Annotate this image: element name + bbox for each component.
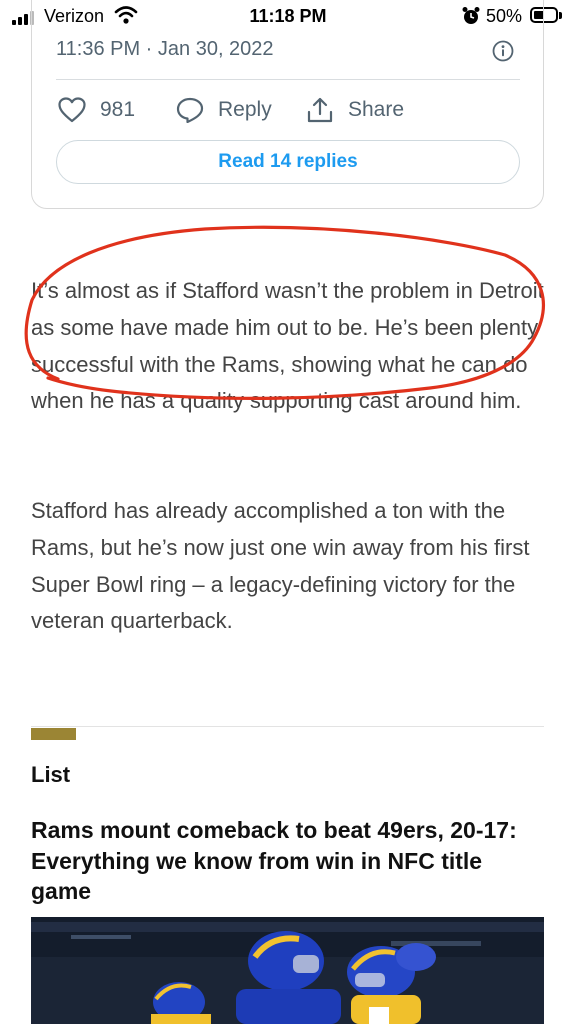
reply-icon — [176, 97, 204, 123]
section-accent-bar — [31, 728, 76, 740]
tweet-timestamp[interactable]: 11:36 PM · Jan 30, 2022 — [56, 38, 274, 61]
share-label: Share — [348, 98, 405, 121]
battery-cap — [559, 12, 562, 19]
section-divider — [31, 726, 544, 727]
like-count: 981 — [100, 98, 136, 121]
tweet-divider — [56, 79, 520, 80]
article-paragraph: It’s almost as if Stafford wasn’t the pr… — [31, 278, 544, 414]
read-replies-button[interactable]: Read 14 replies — [56, 140, 520, 184]
share-button[interactable]: Share — [306, 95, 404, 125]
info-icon[interactable] — [492, 40, 514, 62]
heart-icon — [58, 97, 86, 123]
list-headline[interactable]: Rams mount comeback to beat 49ers, 20-17… — [31, 815, 541, 907]
article-photo[interactable] — [31, 917, 544, 1024]
share-icon — [307, 97, 333, 123]
like-button[interactable]: 981 — [58, 95, 135, 125]
reply-label: Reply — [218, 98, 272, 121]
article-paragraph: Stafford has already accomplished a ton … — [31, 498, 530, 634]
reply-button[interactable]: Reply — [176, 95, 272, 125]
list-section-label: List — [31, 762, 71, 787]
